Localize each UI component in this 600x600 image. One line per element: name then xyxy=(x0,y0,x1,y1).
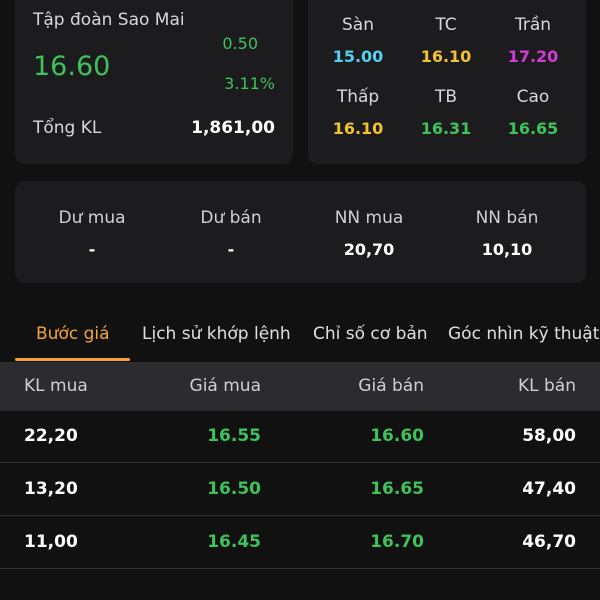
sell-price-cell: 16.65 xyxy=(370,479,424,499)
tab-technical-view[interactable]: Góc nhìn kỹ thuật xyxy=(448,324,599,344)
stat-label: NN mua xyxy=(334,208,404,228)
stat-value: - xyxy=(88,240,96,259)
buy-price-cell: 16.55 xyxy=(207,426,261,446)
price-level-label: TB xyxy=(434,87,458,107)
stat-value: - xyxy=(227,240,235,259)
stat-excess-buy: Dư mua - xyxy=(22,208,162,259)
total-volume-label: Tổng KL xyxy=(33,118,102,138)
stat-foreign-sell: NN bán 10,10 xyxy=(437,208,577,259)
buy-volume-cell: 22,20 xyxy=(24,426,78,446)
price-level-label: Thấp xyxy=(336,87,380,107)
buy-price-cell: 16.45 xyxy=(207,532,261,552)
price-level-value: 16.10 xyxy=(420,47,472,66)
quote-card: Tập đoàn Sao Mai 16.60 0.50 3.11% Tổng K… xyxy=(15,0,293,164)
price-level-label: TC xyxy=(435,15,457,35)
company-name: Tập đoàn Sao Mai xyxy=(33,10,185,30)
price-level-average: TB 16.31 xyxy=(400,87,492,138)
header-sell-price: Giá bán xyxy=(358,376,424,396)
price-level-label: Sàn xyxy=(342,15,374,35)
sell-volume-cell: 58,00 xyxy=(522,426,576,446)
price-level-value: 16.10 xyxy=(332,119,384,138)
stat-foreign-buy: NN mua 20,70 xyxy=(299,208,439,259)
price-level-value: 17.20 xyxy=(507,47,559,66)
header-sell-volume: KL bán xyxy=(517,376,576,396)
price-level-label: Trần xyxy=(514,15,552,35)
detail-tabs: Bước giá Lịch sử khớp lệnh Chỉ số cơ bản… xyxy=(0,312,600,362)
price-change-percent: 3.11% xyxy=(224,74,275,93)
stat-label: NN bán xyxy=(475,208,539,228)
active-tab-indicator xyxy=(15,358,130,361)
price-level-floor: Sàn 15.00 xyxy=(312,15,404,66)
header-buy-volume: KL mua xyxy=(24,376,88,396)
buy-volume-cell: 13,20 xyxy=(24,479,78,499)
table-row: 13,20 16.50 16.65 47,40 xyxy=(0,464,600,516)
price-level-reference: TC 16.10 xyxy=(400,15,492,66)
stat-value: 10,10 xyxy=(481,240,533,259)
stat-excess-sell: Dư bán - xyxy=(161,208,301,259)
tab-price-steps[interactable]: Bước giá xyxy=(36,324,110,344)
sell-volume-cell: 47,40 xyxy=(522,479,576,499)
header-buy-price: Giá mua xyxy=(189,376,261,396)
market-stats-card: Dư mua - Dư bán - NN mua 20,70 NN bán 10… xyxy=(15,181,586,283)
price-level-value: 16.31 xyxy=(420,119,472,138)
sell-price-cell: 16.60 xyxy=(370,426,424,446)
total-volume-value: 1,861,00 xyxy=(191,118,275,138)
tab-fundamentals[interactable]: Chỉ số cơ bản xyxy=(313,324,428,344)
price-level-high: Cao 16.65 xyxy=(487,87,579,138)
price-level-low: Thấp 16.10 xyxy=(312,87,404,138)
buy-volume-cell: 11,00 xyxy=(24,532,78,552)
buy-price-cell: 16.50 xyxy=(207,479,261,499)
sell-volume-cell: 46,70 xyxy=(522,532,576,552)
current-price: 16.60 xyxy=(33,51,111,82)
price-level-value: 15.00 xyxy=(332,47,384,66)
tab-match-history[interactable]: Lịch sử khớp lệnh xyxy=(142,324,291,344)
order-book-header: KL mua Giá mua Giá bán KL bán xyxy=(0,362,600,411)
price-level-label: Cao xyxy=(516,87,550,107)
price-level-value: 16.65 xyxy=(507,119,559,138)
stat-value: 20,70 xyxy=(343,240,395,259)
price-change: 0.50 xyxy=(222,34,258,53)
sell-price-cell: 16.70 xyxy=(370,532,424,552)
table-row: 11,00 16.45 16.70 46,70 xyxy=(0,517,600,569)
price-level-ceiling: Trần 17.20 xyxy=(487,15,579,66)
table-row: 22,20 16.55 16.60 58,00 xyxy=(0,411,600,463)
price-levels-card: Sàn 15.00 TC 16.10 Trần 17.20 Thấp 16.10… xyxy=(308,0,586,164)
stat-label: Dư bán xyxy=(200,208,262,228)
stat-label: Dư mua xyxy=(58,208,126,228)
